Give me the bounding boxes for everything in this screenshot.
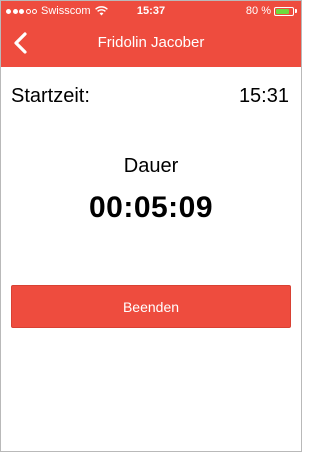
battery-percent: 80 %	[245, 5, 271, 17]
end-button[interactable]: Beenden	[11, 285, 291, 328]
duration-value: 00:05:09	[88, 191, 214, 224]
nav-bar: Fridolin Jacober	[1, 21, 301, 67]
battery-icon	[274, 6, 297, 16]
header: Swisscom 15:37 80 % Fridolin Jacober	[1, 1, 301, 67]
status-right: 80 %	[246, 5, 297, 17]
page-title: Fridolin Jacober	[97, 34, 205, 51]
battery-fill	[276, 8, 289, 14]
start-time-value: 15:31	[238, 85, 289, 107]
start-time-row: Startzeit: 15:31	[11, 85, 289, 108]
status-bar: Swisscom 15:37 80 %	[1, 1, 301, 21]
duration-label: Dauer	[123, 155, 179, 177]
app-screen: Swisscom 15:37 80 % Fridolin Jacober Sta…	[0, 0, 302, 452]
start-time-label: Startzeit:	[11, 85, 90, 107]
end-button-label: Beenden	[122, 298, 180, 315]
